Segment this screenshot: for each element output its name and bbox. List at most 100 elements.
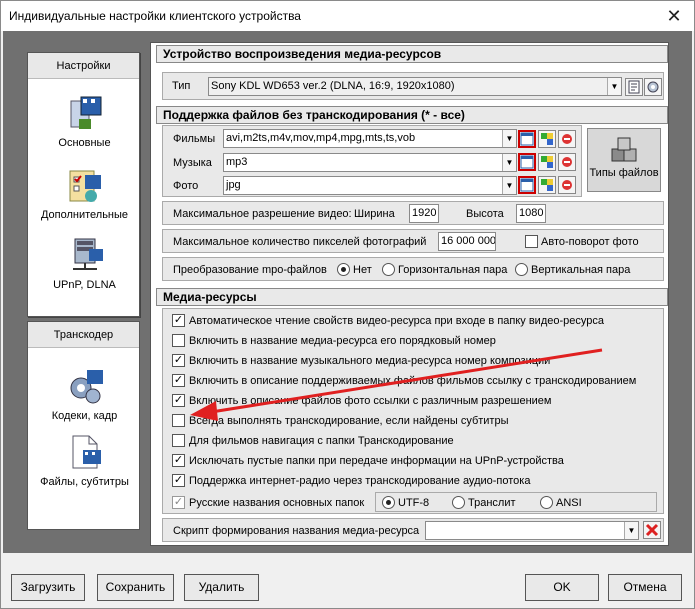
media-option-label: Для фильмов навигация с папки Транскодир… xyxy=(189,435,454,447)
sidebar-item-label: UPnP, DLNA xyxy=(53,279,116,291)
file-types-button[interactable]: Типы файлов xyxy=(587,128,661,192)
section-support-header: Поддержка файлов без транскодирования (*… xyxy=(156,106,668,124)
height-value: 1080 xyxy=(519,207,544,219)
films-value: avi,m2ts,m4v,mov,mp4,mpg,mts,ts,vob xyxy=(226,132,416,144)
media-option-checkbox[interactable]: ✓ xyxy=(172,454,185,467)
max-resolution-row: Максимальное разрешение видео: Ширина 19… xyxy=(162,201,664,225)
sidebar-item-label: Файлы, субтитры xyxy=(40,476,129,488)
close-button[interactable]: ✕ xyxy=(664,6,684,26)
max-pixels-input[interactable]: 16 000 000 xyxy=(438,232,496,251)
ok-button[interactable]: OK xyxy=(525,574,599,601)
mpo-horizontal-label: Горизонтальная пара xyxy=(398,264,508,276)
sidebar-group-settings: Настройки xyxy=(28,53,139,79)
sidebar-item-upnp[interactable]: UPnP, DLNA xyxy=(28,235,141,291)
auto-rotate-checkbox[interactable] xyxy=(525,235,538,248)
cubes-icon xyxy=(609,135,639,165)
sidebar-item-label: Кодеки, кадр xyxy=(51,410,118,422)
films-label: Фильмы xyxy=(173,133,216,145)
films-delete-icon[interactable] xyxy=(558,130,576,148)
device-settings-icon[interactable] xyxy=(644,78,662,96)
device-type-select[interactable]: Sony KDL WD653 ver.2 (DLNA, 16:9, 1920x1… xyxy=(208,77,622,96)
device-type-row: Тип Sony KDL WD653 ver.2 (DLNA, 16:9, 19… xyxy=(162,72,664,100)
russian-folders-checkbox[interactable]: ✓ xyxy=(172,496,185,509)
save-button[interactable]: Сохранить xyxy=(97,574,174,601)
checklist-icon xyxy=(65,165,105,205)
max-pixels-value: 16 000 000 xyxy=(441,235,496,247)
transcoder-sidebar: Транскодер Кодеки, кадр Файлы, субтитры xyxy=(27,321,140,530)
width-value: 1920 xyxy=(412,207,437,219)
mpo-no-radio[interactable] xyxy=(337,263,350,276)
auto-rotate-label: Авто-поворот фото xyxy=(541,236,639,248)
sidebar-item-label: Основные xyxy=(58,137,111,149)
load-button[interactable]: Загрузить xyxy=(11,574,85,601)
music-calendar-icon[interactable] xyxy=(518,153,536,171)
type-label: Тип xyxy=(172,80,191,92)
mpo-label: Преобразование mpo-файлов xyxy=(173,264,327,276)
sidebar-item-files[interactable]: Файлы, субтитры xyxy=(28,432,141,488)
media-option-label: Исключать пустые папки при передаче инфо… xyxy=(189,455,564,467)
media-option-label: Поддержка интернет-радио через транскоди… xyxy=(189,475,531,487)
mpo-row: Преобразование mpo-файлов Нет Горизонтал… xyxy=(162,257,664,281)
height-input[interactable]: 1080 xyxy=(516,204,546,223)
films-input[interactable]: avi,m2ts,m4v,mov,mp4,mpg,mts,ts,vob ▼ xyxy=(223,129,517,148)
media-option-checkbox[interactable]: ✓ xyxy=(172,314,185,327)
device-type-value: Sony KDL WD653 ver.2 (DLNA, 16:9, 1920x1… xyxy=(211,80,455,92)
sidebar-item-codecs[interactable]: Кодеки, кадр xyxy=(28,366,141,422)
sidebar-item-advanced[interactable]: Дополнительные xyxy=(28,165,141,221)
photo-value: jpg xyxy=(226,179,241,191)
width-input[interactable]: 1920 xyxy=(409,204,439,223)
mpo-vertical-radio[interactable] xyxy=(515,263,528,276)
media-option-checkbox[interactable]: ✓ xyxy=(172,474,185,487)
music-label: Музыка xyxy=(173,157,212,169)
chevron-down-icon: ▼ xyxy=(502,177,516,194)
films-add-icon[interactable] xyxy=(538,130,556,148)
music-value: mp3 xyxy=(226,156,248,168)
section-media-header: Медиа-ресурсы xyxy=(156,288,668,306)
gears-icon xyxy=(65,366,105,406)
cancel-button[interactable]: Отмена xyxy=(608,574,682,601)
sidebar-item-label: Дополнительные xyxy=(40,209,129,221)
device-properties-icon[interactable] xyxy=(625,78,643,96)
sidebar-item-basic[interactable]: Основные xyxy=(28,93,141,149)
russian-folders-label: Русские названия основных папок xyxy=(189,497,365,509)
annotation-arrow xyxy=(190,348,603,421)
encoding-ansi-radio[interactable] xyxy=(540,496,553,509)
photo-calendar-icon[interactable] xyxy=(518,176,536,194)
max-resolution-label: Максимальное разрешение видео: xyxy=(173,208,352,220)
mpo-no-label: Нет xyxy=(353,264,372,276)
encoding-translit-radio[interactable] xyxy=(452,496,465,509)
chevron-down-icon: ▼ xyxy=(607,78,621,95)
window-title: Индивидуальные настройки клиентского уст… xyxy=(9,9,301,23)
script-select[interactable]: ▼ xyxy=(425,521,639,540)
sidebar-group-transcoder: Транскодер xyxy=(28,322,139,348)
network-device-icon xyxy=(65,235,105,275)
encoding-utf8-label: UTF-8 xyxy=(398,497,430,509)
music-delete-icon[interactable] xyxy=(558,153,576,171)
width-label: Ширина xyxy=(354,208,395,220)
file-types-label: Типы файлов xyxy=(589,167,659,179)
encoding-ansi-label: ANSI xyxy=(556,497,582,509)
films-calendar-icon[interactable] xyxy=(518,130,536,148)
music-input[interactable]: mp3 ▼ xyxy=(223,153,517,172)
mpo-horizontal-radio[interactable] xyxy=(382,263,395,276)
section-device-header: Устройство воспроизведения медиа-ресурсо… xyxy=(156,45,668,63)
max-pixels-row: Максимальное количество пикселей фотогра… xyxy=(162,229,664,253)
encoding-utf8-radio[interactable] xyxy=(382,496,395,509)
title-bar: Индивидуальные настройки клиентского уст… xyxy=(1,1,694,31)
chevron-down-icon: ▼ xyxy=(502,154,516,171)
encoding-translit-label: Транслит xyxy=(468,497,516,509)
document-icon xyxy=(65,432,105,472)
photo-add-icon[interactable] xyxy=(538,176,556,194)
media-option-checkbox[interactable] xyxy=(172,434,185,447)
photo-input[interactable]: jpg ▼ xyxy=(223,176,517,195)
media-option-label: Автоматическое чтение свойств видео-ресу… xyxy=(189,315,604,327)
height-label: Высота xyxy=(466,208,504,220)
music-add-icon[interactable] xyxy=(538,153,556,171)
delete-button[interactable]: Удалить xyxy=(184,574,259,601)
photo-label: Фото xyxy=(173,180,199,192)
film-icon xyxy=(65,93,105,133)
clear-script-icon[interactable] xyxy=(643,521,661,539)
max-pixels-label: Максимальное количество пикселей фотогра… xyxy=(173,236,427,248)
photo-delete-icon[interactable] xyxy=(558,176,576,194)
script-row: Скрипт формирования названия медиа-ресур… xyxy=(162,518,664,542)
